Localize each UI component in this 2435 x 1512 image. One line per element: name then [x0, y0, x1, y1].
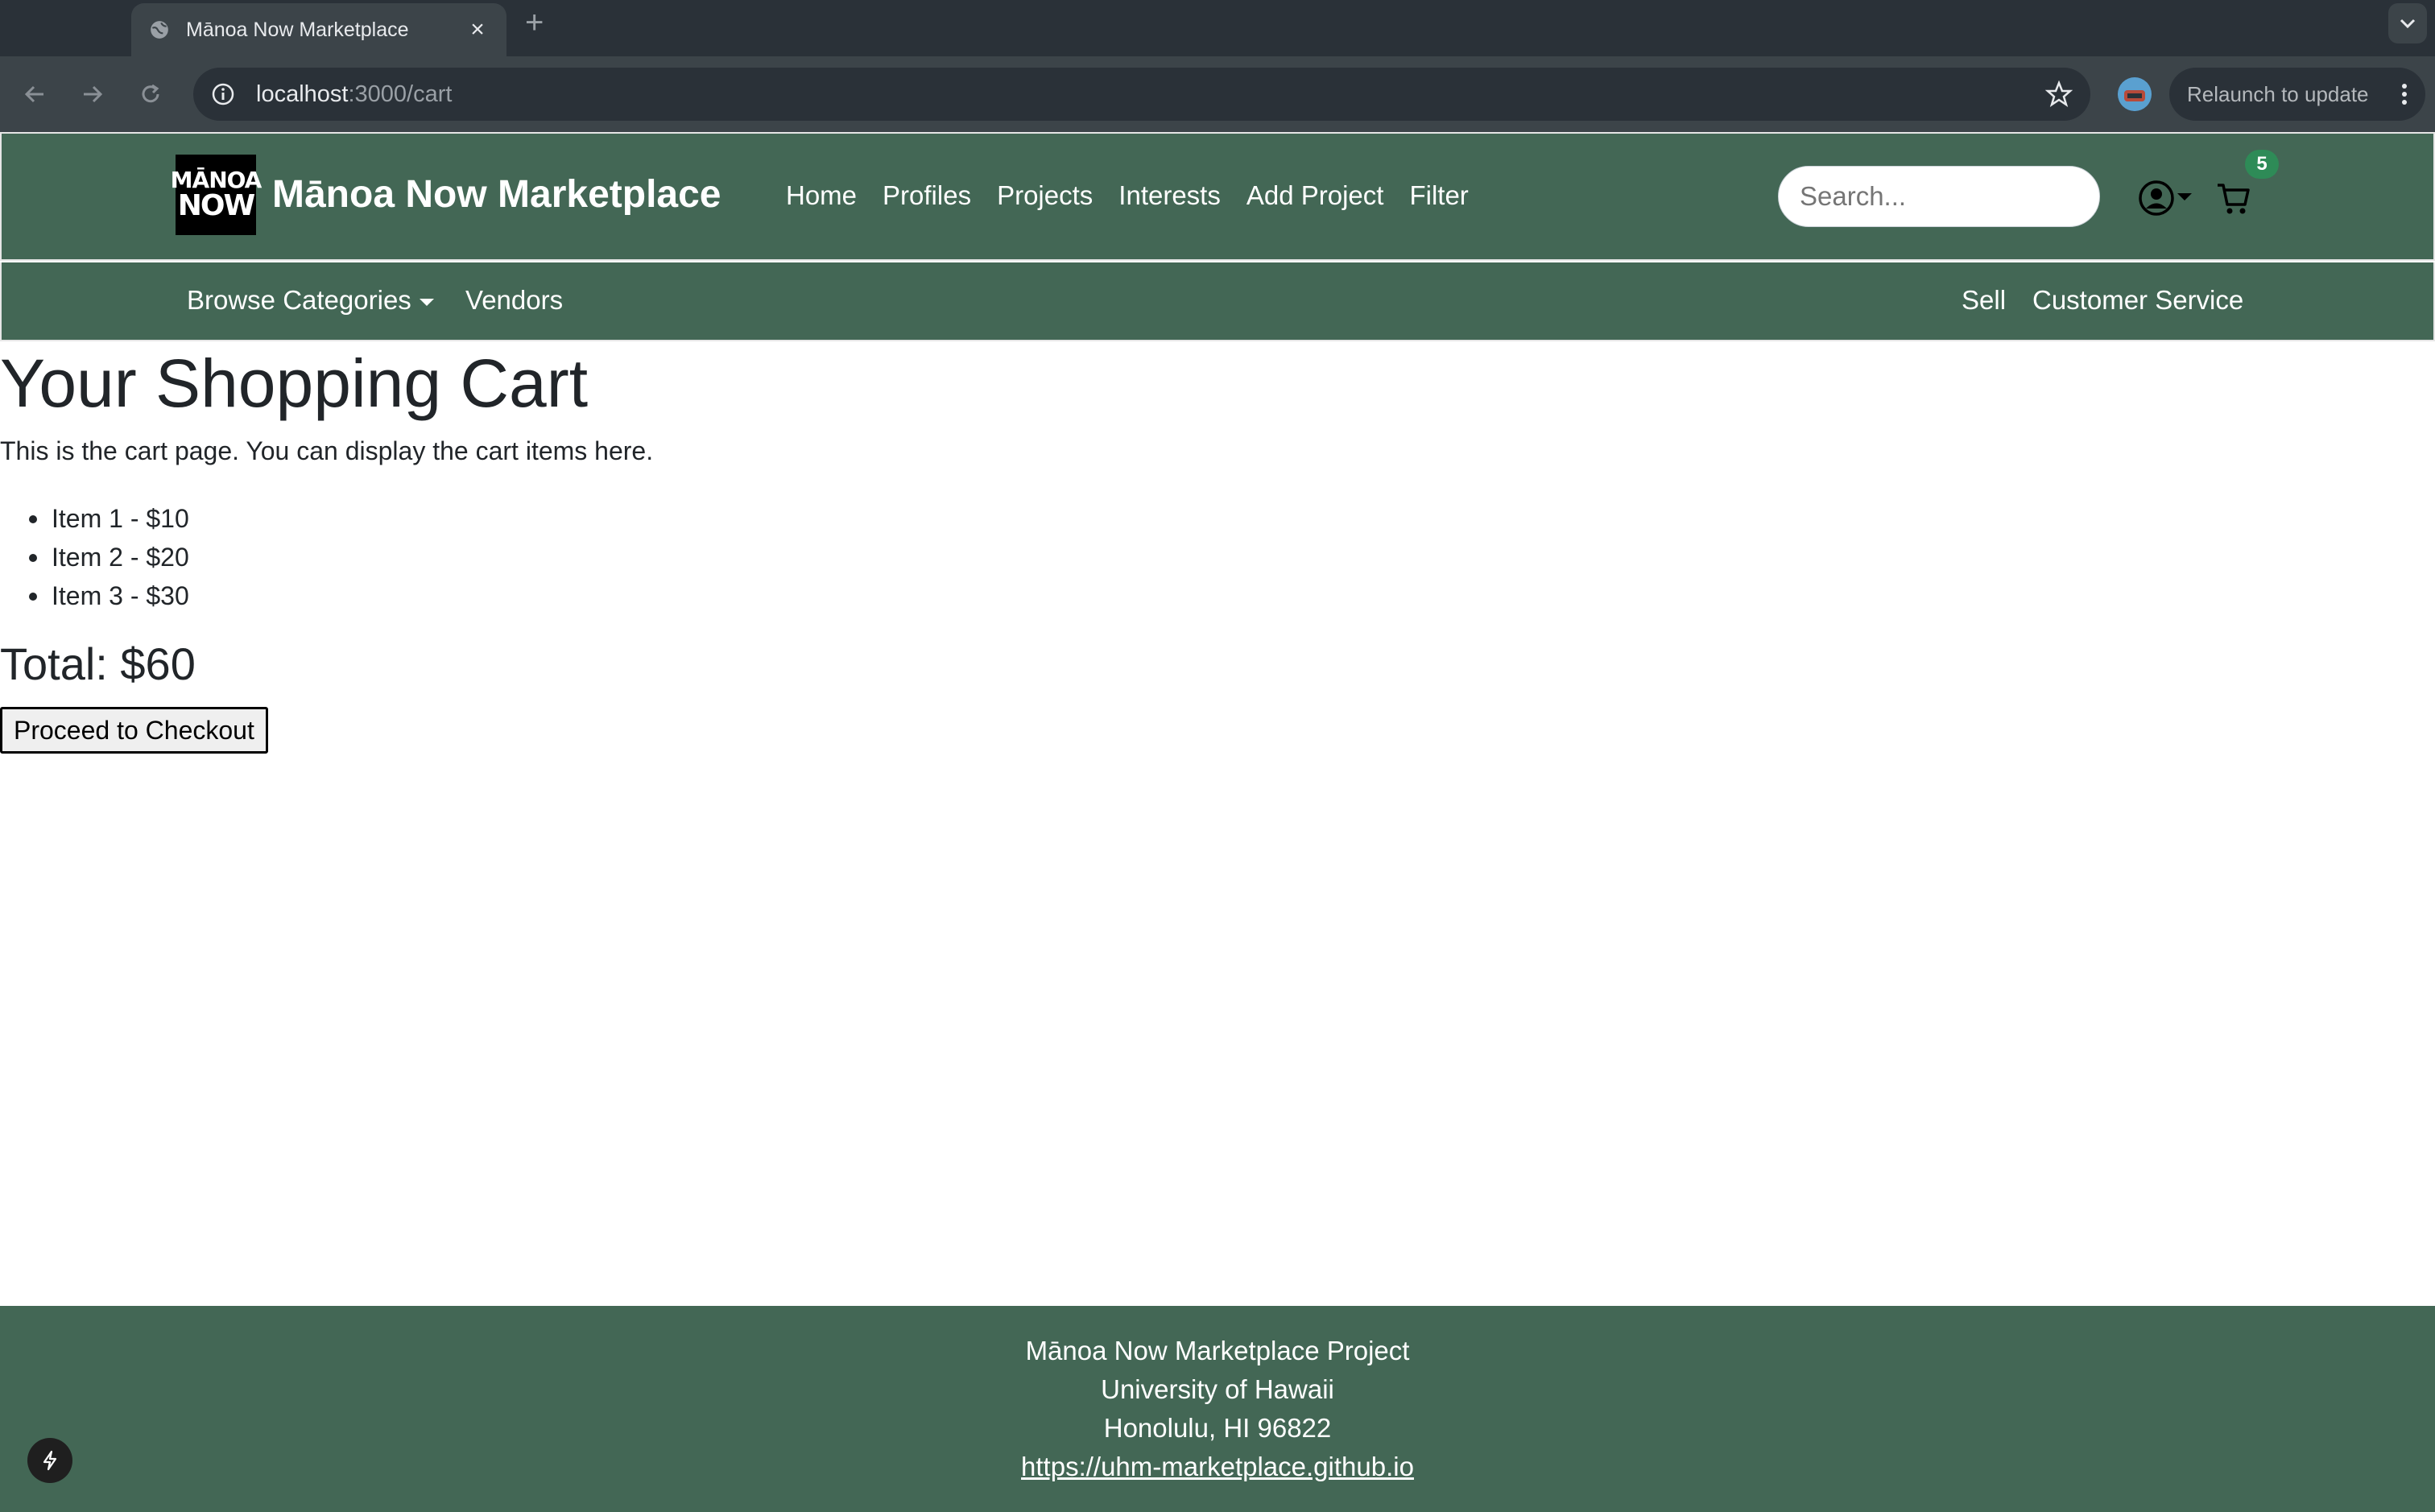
- nav-customer-service[interactable]: Customer Service: [2032, 285, 2243, 316]
- cart-icon[interactable]: [2214, 179, 2253, 217]
- nav-profiles[interactable]: Profiles: [883, 180, 971, 211]
- browser-tab[interactable]: Mānoa Now Marketplace ×: [131, 3, 506, 56]
- site-logo[interactable]: MĀNOA NOW: [171, 155, 262, 235]
- user-dropdown-caret-icon[interactable]: [2177, 193, 2192, 200]
- browser-tabstrip: Mānoa Now Marketplace × +: [0, 0, 2435, 56]
- search-input[interactable]: [1778, 166, 2100, 227]
- cart-item: Item 1 - $10: [0, 499, 189, 538]
- avatar-image-icon: [2118, 77, 2152, 111]
- forward-button[interactable]: [74, 76, 111, 113]
- logo-line1: MĀNOA: [170, 167, 263, 193]
- tab-close-icon[interactable]: ×: [466, 16, 489, 43]
- caret-down-icon: [419, 298, 434, 306]
- nav-projects[interactable]: Projects: [997, 180, 1093, 211]
- browse-categories-label: Browse Categories: [187, 285, 411, 315]
- footer-university: University of Hawaii: [1101, 1374, 1334, 1404]
- cart-total: Total: $60: [0, 638, 196, 689]
- star-icon[interactable]: [2045, 81, 2073, 108]
- footer-address: Honolulu, HI 96822: [1103, 1413, 1332, 1443]
- brand-name[interactable]: Mānoa Now Marketplace: [272, 172, 721, 217]
- url-host: localhost: [256, 81, 349, 107]
- url-text: localhost:3000/cart: [256, 81, 2045, 108]
- browser-toolbar: localhost:3000/cart Relaunch to update: [0, 56, 2435, 132]
- new-tab-icon[interactable]: +: [525, 5, 544, 41]
- info-icon[interactable]: [211, 82, 235, 106]
- tab-search-button[interactable]: [2388, 3, 2427, 43]
- more-vert-icon: [2402, 84, 2407, 105]
- reload-button[interactable]: [132, 76, 169, 113]
- address-bar[interactable]: localhost:3000/cart: [193, 68, 2090, 121]
- main-navbar: MĀNOA NOW Mānoa Now Marketplace Home Pro…: [0, 134, 2435, 261]
- checkout-button[interactable]: Proceed to Checkout: [0, 707, 268, 754]
- page-title: Your Shopping Cart: [0, 345, 589, 421]
- logo-line2: NOW: [177, 189, 255, 222]
- cart-item: Item 2 - $20: [0, 538, 189, 576]
- chevron-down-icon: [2400, 19, 2416, 29]
- arrow-right-icon: [84, 85, 103, 103]
- profile-avatar[interactable]: [2118, 77, 2152, 111]
- secondary-navbar: Browse Categories Vendors Sell Customer …: [0, 262, 2435, 341]
- url-path: :3000/cart: [348, 81, 453, 107]
- cart-intro-text: This is the cart page. You can display t…: [0, 436, 654, 465]
- footer-link[interactable]: https://uhm-marketplace.github.io: [0, 1448, 2435, 1486]
- back-button[interactable]: [16, 76, 53, 113]
- globe-icon: [151, 21, 168, 39]
- relaunch-label: Relaunch to update: [2187, 81, 2369, 106]
- nav-add-project[interactable]: Add Project: [1246, 180, 1384, 211]
- cart-count-badge: 5: [2245, 150, 2279, 179]
- footer-project-name: Mānoa Now Marketplace Project: [1025, 1336, 1410, 1365]
- nav-interests[interactable]: Interests: [1118, 180, 1221, 211]
- browse-categories-dropdown[interactable]: Browse Categories: [187, 285, 434, 316]
- dev-tools-button[interactable]: [27, 1438, 72, 1483]
- nav-links: Home Profiles Projects Interests Add Pro…: [786, 180, 1494, 211]
- lightning-icon: [43, 1450, 57, 1471]
- reload-icon: [142, 84, 159, 103]
- arrow-left-icon: [24, 85, 43, 103]
- nav-vendors[interactable]: Vendors: [465, 285, 563, 316]
- cart-items-list: Item 1 - $10 Item 2 - $20 Item 3 - $30: [0, 499, 189, 615]
- nav-sell[interactable]: Sell: [1962, 285, 2006, 316]
- nav-home[interactable]: Home: [786, 180, 857, 211]
- user-circle-icon[interactable]: [2137, 179, 2176, 217]
- site-footer: Mānoa Now Marketplace Project University…: [0, 1306, 2435, 1512]
- cart-item: Item 3 - $30: [0, 576, 189, 615]
- nav-filter[interactable]: Filter: [1409, 180, 1468, 211]
- tab-title: Mānoa Now Marketplace: [186, 18, 409, 41]
- relaunch-button[interactable]: Relaunch to update: [2169, 68, 2425, 121]
